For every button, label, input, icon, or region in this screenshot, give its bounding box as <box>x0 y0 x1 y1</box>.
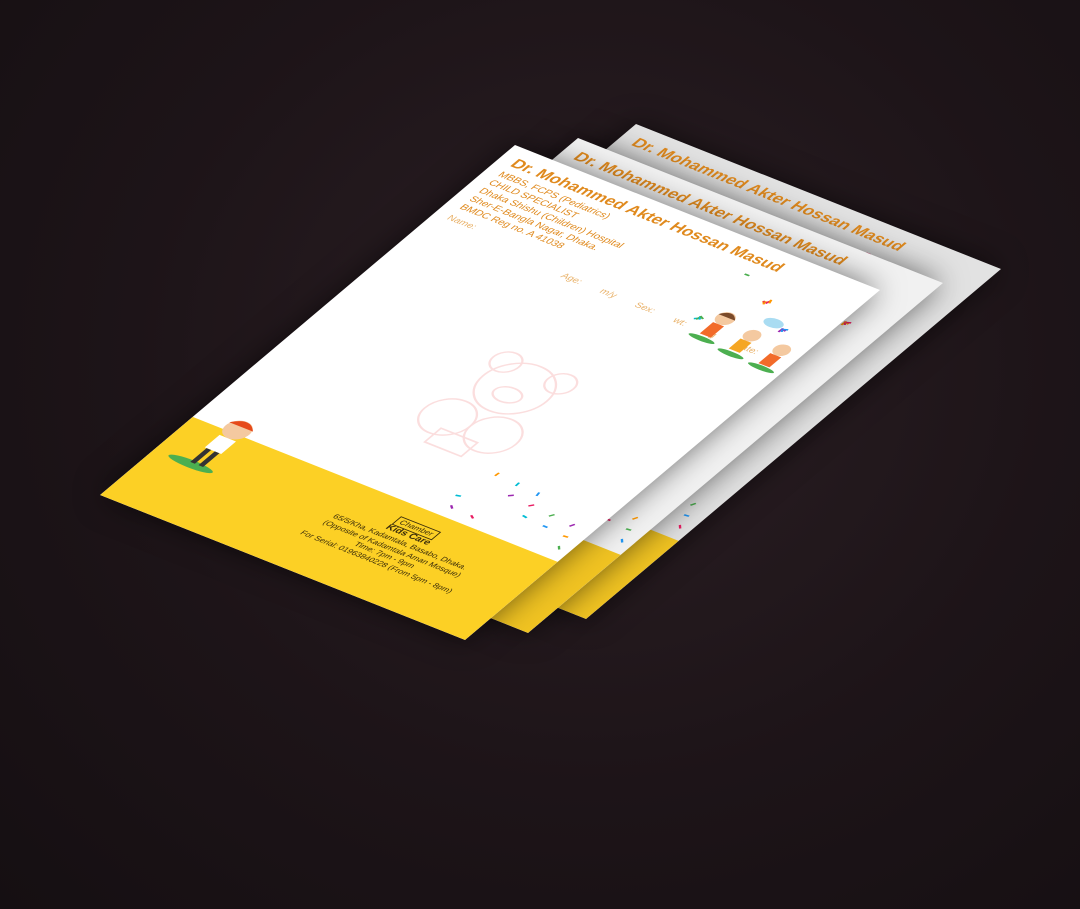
confetti-piece <box>625 528 632 531</box>
confetti-piece <box>548 513 555 517</box>
confetti-piece <box>514 482 521 487</box>
confetti-piece <box>507 494 514 497</box>
confetti-piece <box>689 502 697 506</box>
sex-label: Sex: <box>631 301 658 316</box>
confetti-piece <box>678 524 682 529</box>
confetti-piece <box>743 273 750 277</box>
weight-label: wt: <box>669 316 690 328</box>
confetti-piece <box>455 494 462 497</box>
confetti-piece <box>620 538 624 543</box>
confetti-piece <box>683 514 690 517</box>
confetti-piece <box>568 523 576 527</box>
confetti-piece <box>631 516 639 520</box>
confetti-piece <box>528 504 535 507</box>
teddy-bear-watermark-icon <box>416 351 579 458</box>
confetti-piece <box>521 514 528 519</box>
confetti-piece <box>562 535 569 538</box>
confetti-piece <box>449 504 454 509</box>
confetti-piece <box>542 525 549 529</box>
confetti-piece <box>535 492 541 497</box>
boy-illustration <box>168 420 253 474</box>
chamber-info: Chamber Kids Care 65/5/Kha, Kadamtala, B… <box>277 486 517 603</box>
age-unit: m/y <box>596 287 620 301</box>
age-label: Age: <box>557 271 585 287</box>
confetti-piece <box>470 514 475 519</box>
confetti-piece <box>557 545 561 550</box>
